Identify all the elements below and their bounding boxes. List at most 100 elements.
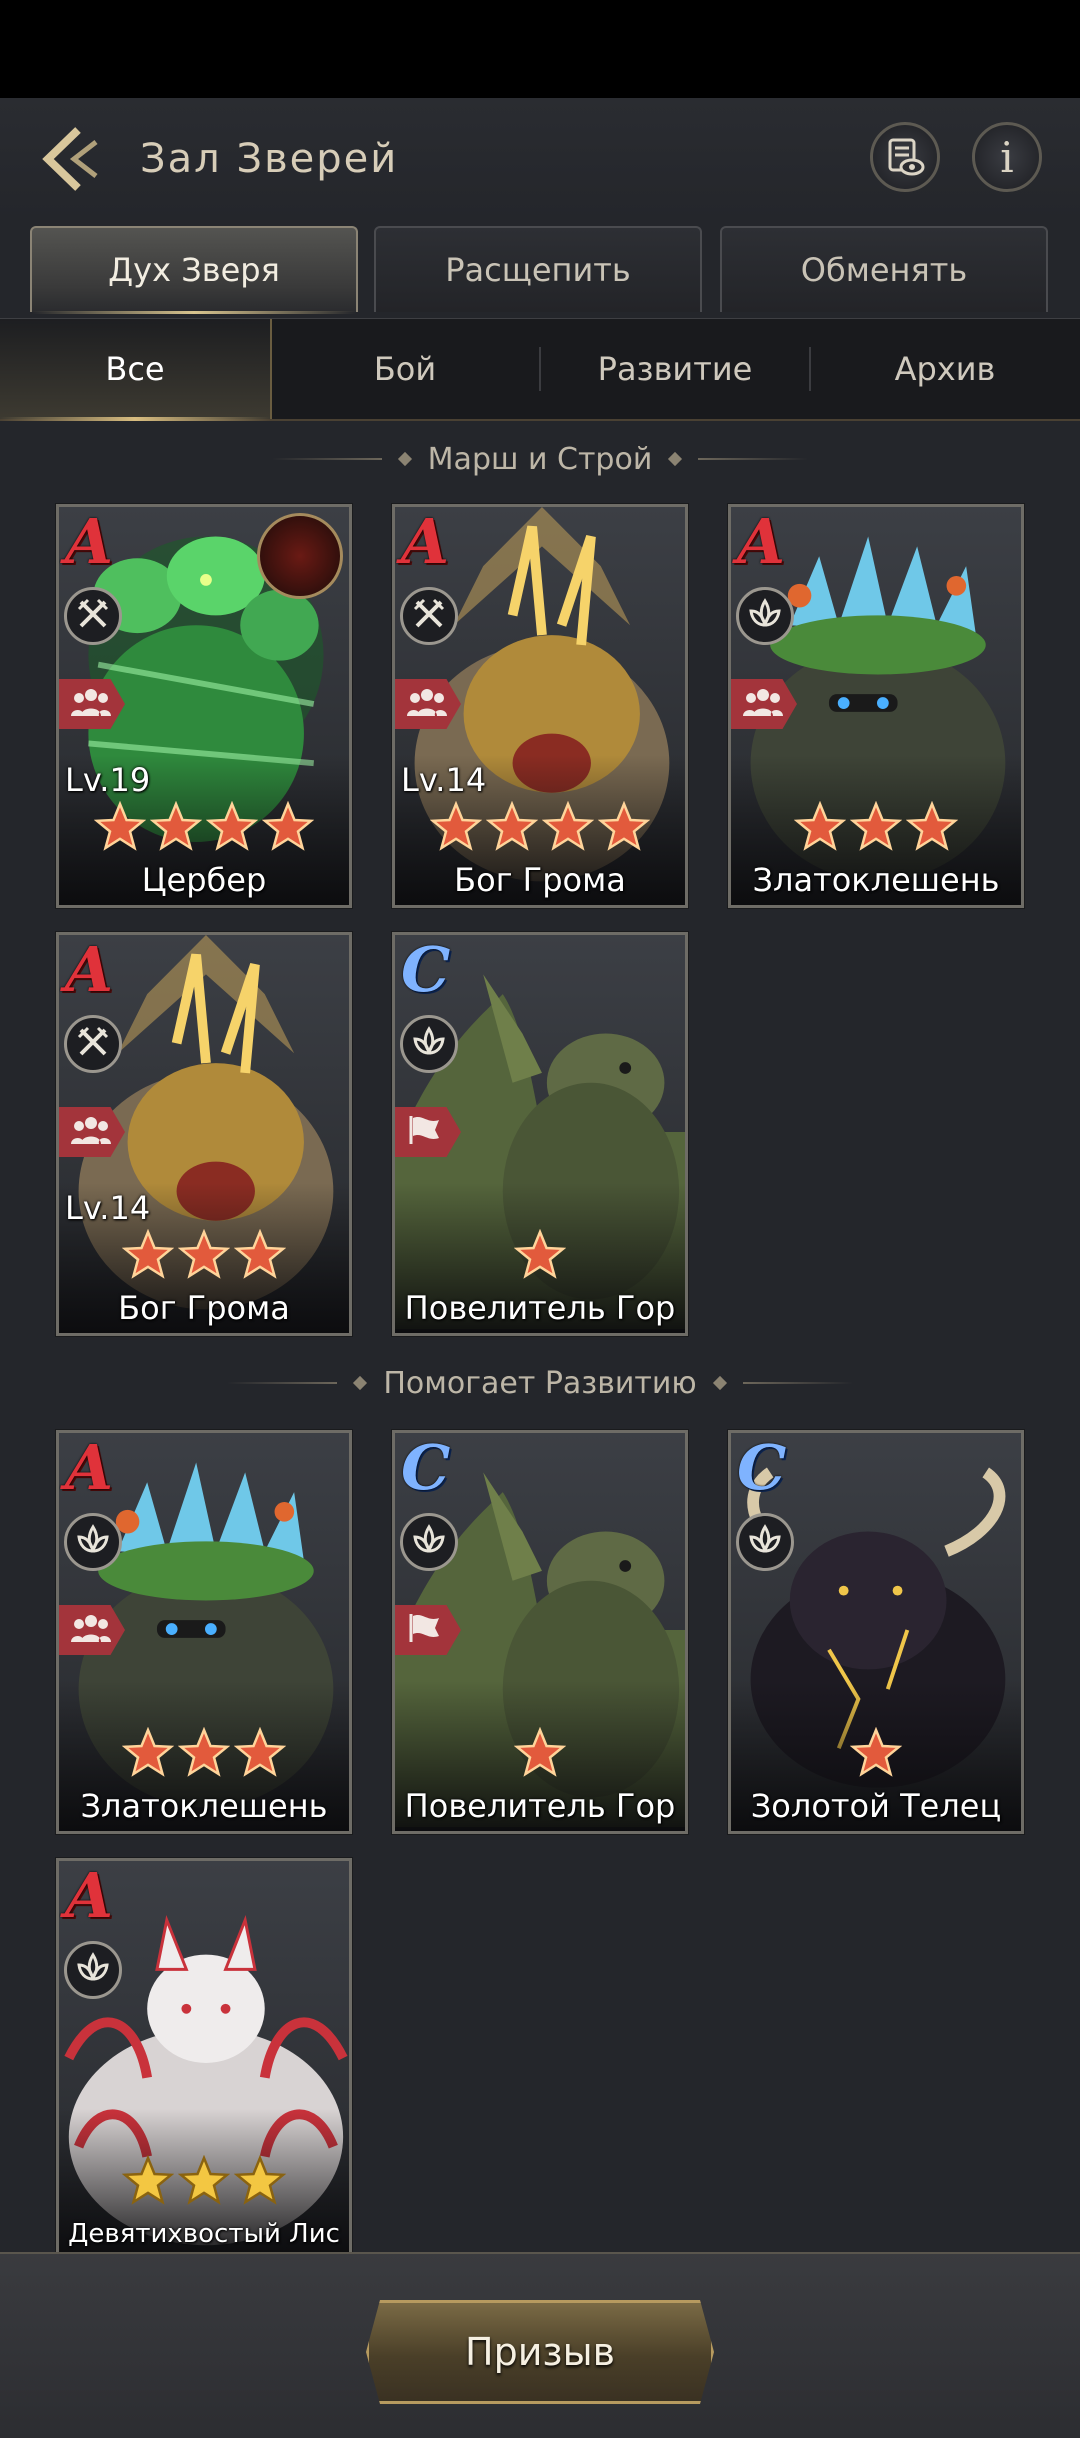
troop-group-icon [407, 686, 447, 722]
divider [698, 458, 809, 460]
filter-development[interactable]: Развитие [540, 319, 810, 419]
star-rating [395, 1229, 685, 1281]
beast-name: Бог Грома [454, 861, 626, 899]
beast-card[interactable]: A Златоклешень [55, 1429, 353, 1835]
diamond-icon [668, 451, 683, 467]
beast-card[interactable]: A Девятихвостый Лис [55, 1857, 353, 2263]
star-icon [514, 1727, 566, 1777]
filter-all[interactable]: Все [0, 319, 272, 421]
star-icon [94, 801, 146, 851]
divider [271, 458, 382, 460]
star-rating [59, 801, 349, 853]
star-icon [598, 801, 650, 851]
troop-group-icon [71, 1612, 111, 1648]
level-label: Lv.14 [401, 761, 487, 799]
star-icon [178, 1727, 230, 1777]
bottom-bar: Призыв [0, 2252, 1080, 2438]
class-badge [736, 587, 794, 645]
star-icon [486, 801, 538, 851]
beast-name: Златоклешень [752, 861, 1000, 899]
lotus-icon [75, 1951, 111, 1989]
diamond-icon [353, 1375, 368, 1391]
level-label: Lv.14 [65, 1189, 151, 1227]
star-icon [150, 801, 202, 851]
rank-label: A [401, 505, 450, 578]
star-icon [906, 801, 958, 851]
star-rating [395, 1727, 685, 1779]
divider [742, 1382, 853, 1384]
class-badge [64, 1941, 122, 1999]
star-rating [731, 1727, 1021, 1779]
beast-card[interactable]: C Золотой Телец [727, 1429, 1025, 1835]
star-icon [850, 1727, 902, 1777]
lotus-icon [747, 597, 783, 635]
beast-name: Бог Грома [118, 1289, 290, 1327]
main-tabs: Дух Зверя Расщепить Обменять [28, 226, 1052, 314]
scroll-eye-icon [888, 138, 925, 176]
beast-card[interactable]: A Lv.14 Бог Грома [391, 503, 689, 909]
troop-group-icon [743, 686, 783, 722]
star-icon [514, 1229, 566, 1279]
serpent-skill-icon [257, 513, 343, 599]
star-icon [122, 1229, 174, 1279]
beast-name: Золотой Телец [750, 1787, 1002, 1825]
star-rating [59, 2155, 349, 2207]
diamond-icon [712, 1375, 727, 1391]
beast-name: Повелитель Гор [404, 1289, 676, 1327]
star-icon [206, 801, 258, 851]
flag-icon [407, 1114, 443, 1150]
troop-group-icon [71, 1114, 111, 1150]
star-icon [850, 801, 902, 851]
class-badge [400, 1015, 458, 1073]
filter-battle[interactable]: Бой [270, 319, 540, 419]
status-bar [0, 0, 1080, 98]
beast-name: Златоклешень [80, 1787, 328, 1825]
rank-label: C [737, 1431, 787, 1504]
star-icon [122, 2155, 174, 2205]
star-icon [542, 801, 594, 851]
beast-card[interactable]: A Lv.14 Бог Грома [55, 931, 353, 1337]
star-icon [178, 1229, 230, 1279]
level-label: Lv.19 [65, 761, 151, 799]
info-button[interactable]: i [972, 122, 1042, 192]
star-icon [430, 801, 482, 851]
class-badge [400, 1513, 458, 1571]
lotus-icon [747, 1523, 783, 1561]
beast-card[interactable]: C Повелитель Гор [391, 931, 689, 1337]
beast-name: Девятихвостый Лис [68, 2219, 340, 2249]
beast-card[interactable]: A Lv.19 Цербер [55, 503, 353, 909]
rank-label: C [401, 933, 451, 1006]
beast-card[interactable]: A Златоклешень [727, 503, 1025, 909]
tab-exchange[interactable]: Обменять [720, 226, 1048, 312]
rank-label: A [737, 505, 786, 578]
beast-card[interactable]: C Повелитель Гор [391, 1429, 689, 1835]
filter-archive[interactable]: Архив [810, 319, 1080, 419]
star-rating [59, 1229, 349, 1281]
divider [227, 1382, 338, 1384]
star-rating [59, 1727, 349, 1779]
page-title: Зал Зверей [140, 136, 399, 182]
beast-name: Повелитель Гор [404, 1787, 676, 1825]
filter-tabs: Все Бой Развитие Архив [0, 318, 1080, 421]
tab-beast-spirit[interactable]: Дух Зверя [30, 226, 358, 314]
star-icon [178, 2155, 230, 2205]
back-arrow-icon[interactable] [38, 124, 108, 194]
summon-button[interactable]: Призыв [366, 2300, 714, 2404]
rank-label: C [401, 1431, 451, 1504]
section-header-march: Марш и Строй [0, 434, 1080, 484]
section-header-development: Помогает Развитию [0, 1358, 1080, 1408]
log-button[interactable] [870, 122, 940, 192]
star-icon [234, 2155, 286, 2205]
class-badge [64, 587, 122, 645]
rank-label: A [65, 1859, 114, 1932]
star-icon [234, 1229, 286, 1279]
rank-label: A [65, 1431, 114, 1504]
star-icon [794, 801, 846, 851]
troop-group-icon [71, 686, 111, 722]
crossed-swords-icon [412, 597, 446, 635]
lotus-icon [411, 1523, 447, 1561]
class-badge [736, 1513, 794, 1571]
section-title: Помогает Развитию [383, 1365, 697, 1401]
rank-label: A [65, 933, 114, 1006]
tab-split[interactable]: Расщепить [374, 226, 702, 312]
